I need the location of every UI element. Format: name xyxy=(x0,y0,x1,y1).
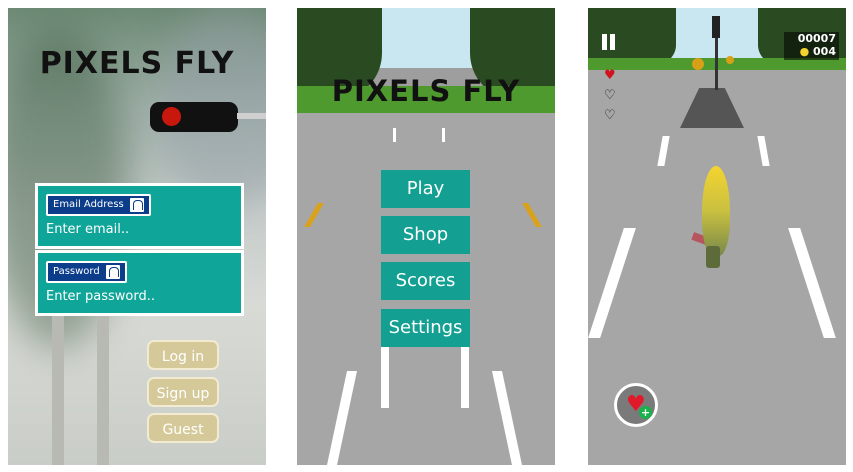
game-title: PIXELS FLY xyxy=(39,46,235,81)
login-button[interactable]: Log in xyxy=(147,340,219,370)
lane-mark xyxy=(442,128,445,142)
traffic-light xyxy=(150,102,238,132)
email-tag-label: Email Address xyxy=(53,199,124,210)
life-heart-empty-icon: ♡ xyxy=(604,108,616,123)
password-input[interactable]: Enter password.. xyxy=(46,289,155,304)
sign-post-left xyxy=(52,308,64,465)
life-heart-full-icon: ♥ xyxy=(604,68,616,83)
player-bird xyxy=(702,166,730,256)
password-field[interactable]: Password Enter password.. xyxy=(35,250,244,316)
game-screen: 00007 ● 004 ♥ ♡ ♡ ♥ + xyxy=(588,8,846,465)
guest-button[interactable]: Guest xyxy=(147,413,219,443)
pause-icon xyxy=(610,34,615,50)
sign-post-right xyxy=(97,308,109,465)
plus-icon: + xyxy=(639,406,652,419)
settings-button[interactable]: Settings xyxy=(381,309,470,347)
life-heart-empty-icon: ♡ xyxy=(604,88,616,103)
extra-life-button[interactable]: ♥ + xyxy=(614,383,658,427)
password-tag-label: Password xyxy=(53,266,100,277)
coin-icon: ● xyxy=(799,45,810,58)
game-title: PIXELS FLY xyxy=(331,74,521,108)
lane-mark xyxy=(393,128,396,142)
pause-button[interactable] xyxy=(600,34,618,50)
traffic-light-pole xyxy=(715,38,718,90)
email-field[interactable]: Email Address Enter email.. xyxy=(35,183,244,249)
scores-button[interactable]: Scores xyxy=(381,262,470,300)
score-panel: 00007 ● 004 xyxy=(784,32,839,60)
pause-icon xyxy=(602,34,607,50)
traffic-light-arm xyxy=(237,113,266,119)
red-light xyxy=(162,107,181,126)
coin xyxy=(726,56,734,64)
bird-tail xyxy=(706,246,720,268)
signup-button[interactable]: Sign up xyxy=(147,377,219,407)
menu-screen: PIXELS FLY Play Shop Scores Settings xyxy=(297,8,555,465)
coin xyxy=(692,58,704,70)
email-tag: Email Address xyxy=(46,194,151,216)
login-screen: PIXELS FLY Email Address Enter email.. P… xyxy=(8,8,266,465)
email-input[interactable]: Enter email.. xyxy=(46,222,129,237)
traffic-light xyxy=(712,16,720,38)
sign-icon xyxy=(105,265,120,279)
play-button[interactable]: Play xyxy=(381,170,470,208)
password-tag: Password xyxy=(46,261,127,283)
shop-button[interactable]: Shop xyxy=(381,216,470,254)
score-value: 00007 xyxy=(797,32,836,45)
coin-count: ● 004 xyxy=(799,45,836,58)
sign-icon xyxy=(129,198,144,212)
